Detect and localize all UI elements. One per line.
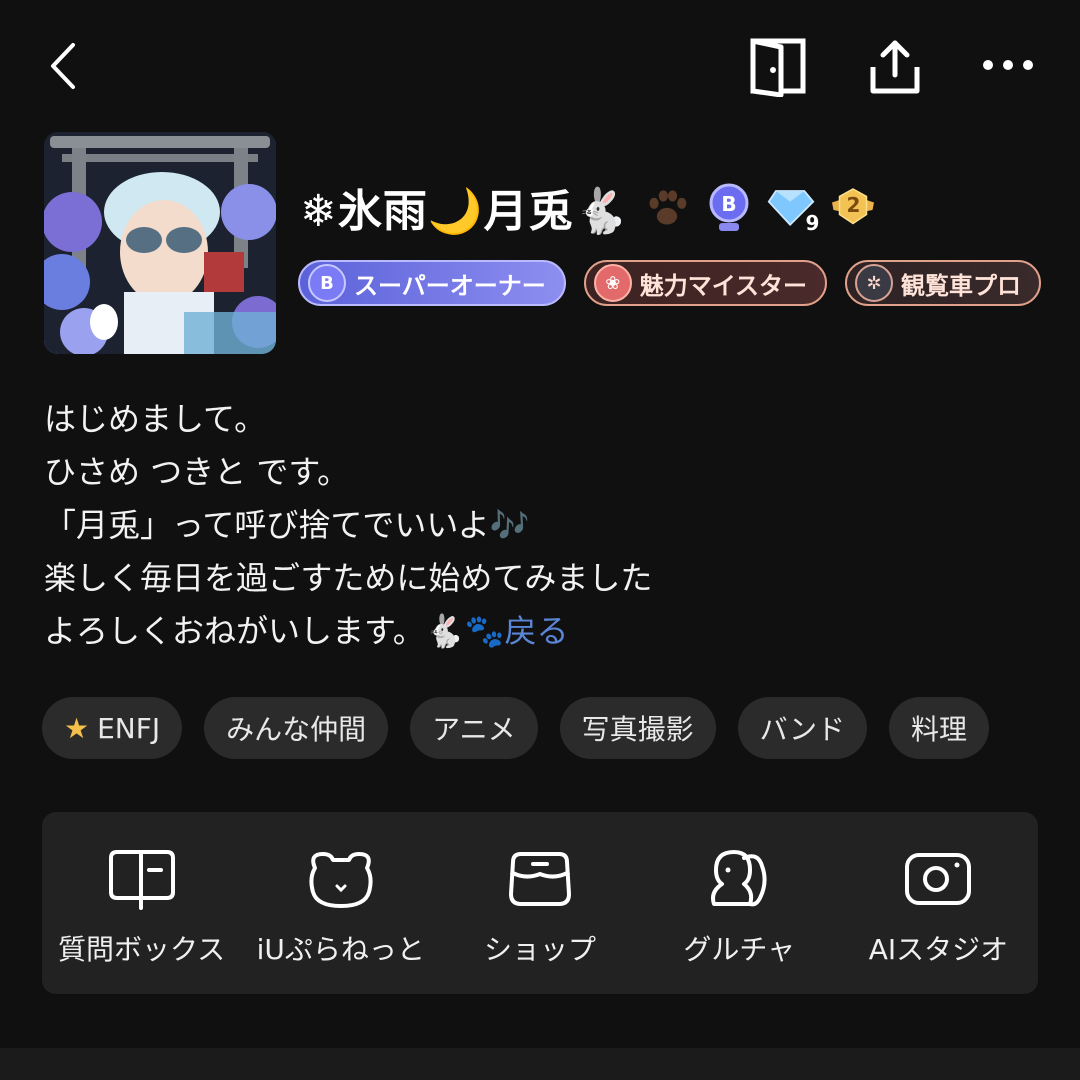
avatar[interactable] (44, 132, 276, 354)
share-button[interactable] (862, 34, 928, 100)
feature-menu: 質問ボックス iUぷらねっと ショップ グルチャ AIスタジオ (42, 812, 1038, 994)
menu-shop[interactable]: ショップ (440, 812, 639, 994)
diamond-level-icon[interactable]: 9 (767, 183, 819, 235)
tag-label: アニメ (432, 713, 516, 746)
menu-question-box[interactable]: 質問ボックス (42, 812, 241, 994)
bottom-panel-edge (0, 1048, 1080, 1080)
back-button[interactable] (40, 36, 84, 96)
tag-label: 料理 (911, 713, 968, 746)
title-label: 魅力マイスター (639, 271, 808, 300)
tag-item[interactable]: アニメ (410, 697, 538, 759)
tag-label: ENFJ (97, 711, 161, 745)
owner-trophy-icon[interactable]: B (705, 183, 753, 231)
shop-icon (502, 846, 578, 912)
tag-item[interactable]: みんな仲間 (204, 697, 389, 759)
owner-badge-icon: B (308, 264, 346, 302)
more-dots-icon (983, 60, 1033, 70)
door-icon (750, 38, 806, 97)
diamond-level-number: 9 (805, 211, 820, 235)
bio-line: よろしくおねがいします。🐇🐾 (44, 612, 505, 650)
rank-badge-icon[interactable]: 2 (829, 183, 877, 231)
tag-item[interactable]: バンド (737, 697, 867, 759)
tag-label: 写真撮影 (581, 713, 694, 746)
enter-room-button[interactable] (745, 34, 811, 100)
menu-group-chat[interactable]: グルチャ (640, 812, 839, 994)
tag-item[interactable]: 料理 (889, 697, 990, 759)
title-ferris-pro[interactable]: ✲ 観覧車プロ (845, 260, 1042, 306)
name-row: ❄氷雨🌙月兎🐇 B 9 2 (300, 172, 877, 242)
title-super-owner[interactable]: B スーパーオーナー (298, 260, 566, 306)
menu-label: グルチャ (683, 933, 796, 966)
avatar-illustration (44, 132, 276, 354)
top-bar (0, 0, 1080, 130)
menu-planet[interactable]: iUぷらねっと (241, 812, 440, 994)
title-badges: B スーパーオーナー ❀ 魅力マイスター ✲ 観覧車プロ (298, 260, 1042, 306)
menu-label: AIスタジオ (868, 933, 1009, 966)
rank-badge-number: 2 (846, 193, 861, 217)
interest-tags: ★ ENFJ みんな仲間 アニメ 写真撮影 バンド 料理 (42, 697, 990, 759)
bio-line: 「月兎」って呼び捨てでいいよ🎶 (44, 506, 530, 544)
star-icon: ★ (64, 711, 90, 745)
ferris-wheel-icon: ✲ (855, 264, 894, 302)
paw-icon (643, 183, 691, 231)
planet-cat-icon (303, 846, 379, 912)
menu-ai-studio[interactable]: AIスタジオ (839, 812, 1038, 994)
tag-item[interactable]: 写真撮影 (559, 697, 716, 759)
chevron-left-icon (51, 43, 75, 89)
tag-label: バンド (759, 713, 845, 746)
collapse-bio-link[interactable]: 戻る (505, 612, 569, 650)
more-button[interactable] (975, 40, 1041, 90)
menu-label: ショップ (484, 933, 597, 966)
menu-label: iUぷらねっと (256, 933, 425, 966)
title-label: スーパーオーナー (354, 271, 546, 300)
rose-icon: ❀ (593, 264, 632, 302)
menu-label: 質問ボックス (58, 933, 226, 966)
bio-line: 楽しく毎日を過ごすために始めてみました (44, 559, 653, 597)
group-chat-icon (701, 846, 777, 912)
bio-line-last: よろしくおねがいします。🐇🐾戻る (44, 605, 1034, 658)
profile-name: ❄氷雨🌙月兎🐇 (300, 186, 630, 237)
question-box-icon (104, 846, 180, 912)
profile-bio: はじめまして。 ひさめ つきと です。 「月兎」って呼び捨てでいいよ🎶 楽しく毎… (44, 393, 1034, 658)
title-label: 観覧車プロ (901, 271, 1022, 300)
share-icon (870, 40, 920, 94)
bio-line: ひさめ つきと です。 (44, 453, 350, 491)
camera-icon (900, 846, 976, 912)
bio-line: はじめまして。 (44, 400, 267, 438)
tag-label: みんな仲間 (226, 713, 367, 746)
svg-text:B: B (722, 192, 737, 216)
tag-mbti[interactable]: ★ ENFJ (42, 697, 183, 759)
title-charm-meister[interactable]: ❀ 魅力マイスター (583, 260, 828, 306)
